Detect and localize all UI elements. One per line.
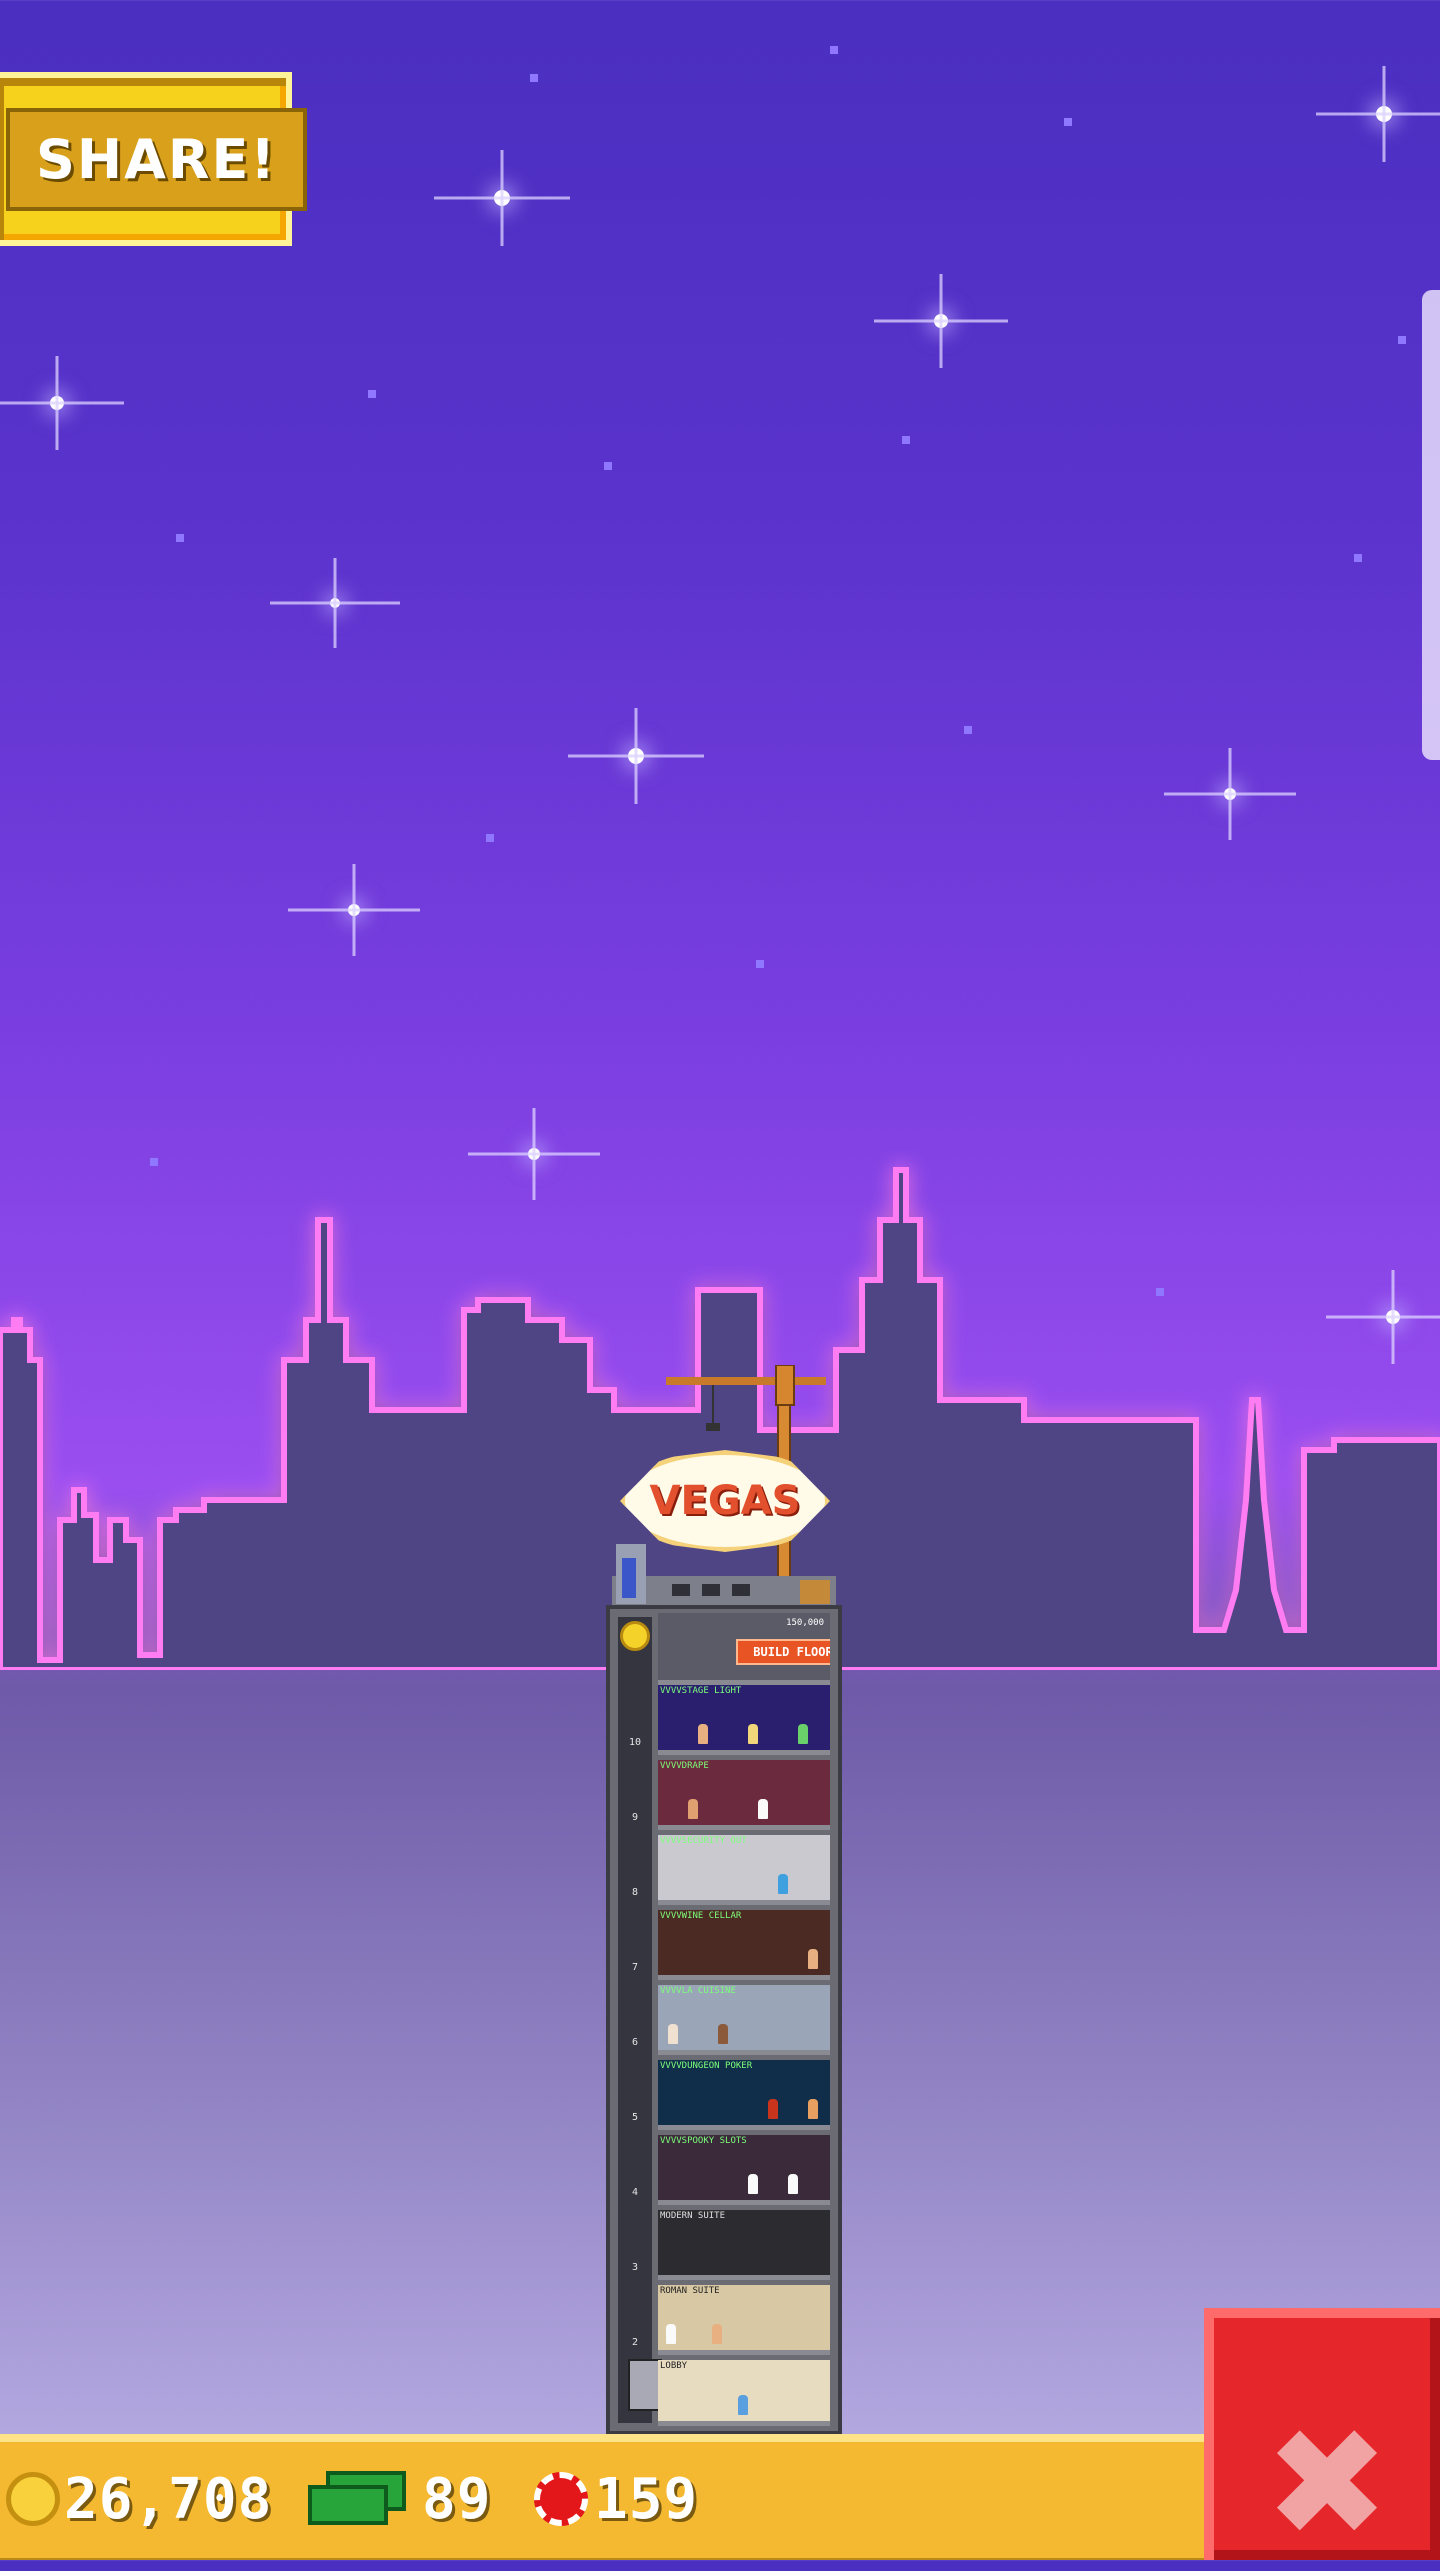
floor-row[interactable]: LOBBY: [658, 2360, 830, 2426]
star-dot: [1398, 336, 1406, 344]
bitizen[interactable]: [778, 1874, 788, 1894]
elevator-floor-number: 8: [631, 1887, 639, 1898]
elevator-floor-number: 5: [631, 2112, 639, 2123]
share-button-label: SHARE!: [6, 107, 307, 211]
star-dot: [1354, 554, 1362, 562]
bitizen[interactable]: [738, 2395, 748, 2415]
floor-row[interactable]: VVVVDUNGEON POKER: [658, 2060, 830, 2130]
side-scroll-tab[interactable]: [1422, 290, 1440, 760]
floor-label: VVVVSPOOKY SLOTS: [660, 2136, 747, 2146]
star-sparkle: [628, 748, 644, 764]
floor-row[interactable]: MODERN SUITE: [658, 2210, 830, 2280]
elevator-floor-number: 9: [631, 1812, 639, 1823]
coins-counter[interactable]: 26,708: [6, 2464, 272, 2534]
floor-label: VVVVDUNGEON POKER: [660, 2061, 753, 2071]
floor-label: VVVVDRAPE: [660, 1761, 709, 1771]
tower[interactable]: 10 9 8 7 6 5 4 3 2 150,000 BUILD FLOOR V…: [606, 1605, 842, 2435]
star-sparkle: [50, 396, 64, 410]
star-dot: [1064, 118, 1072, 126]
bitizen[interactable]: [688, 1799, 698, 1819]
star-dot: [964, 726, 972, 734]
bitizen[interactable]: [748, 2174, 758, 2194]
star-dot: [176, 534, 184, 542]
close-button[interactable]: ✖: [1204, 2308, 1440, 2560]
star-dot: [830, 46, 838, 54]
floor-row[interactable]: VVVVSTAGE LIGHT: [658, 1685, 830, 1755]
star-sparkle: [1224, 788, 1236, 800]
floor-label: LOBBY: [660, 2361, 688, 2371]
build-floor-cost: 150,000: [786, 1618, 824, 1628]
bitizen[interactable]: [666, 2324, 676, 2344]
star-dot: [756, 960, 764, 968]
star-sparkle: [934, 314, 948, 328]
floor-row[interactable]: ROMAN SUITE: [658, 2285, 830, 2355]
bitizen[interactable]: [788, 2174, 798, 2194]
bux-counter[interactable]: 89: [308, 2464, 491, 2534]
build-floor-button[interactable]: BUILD FLOOR: [736, 1639, 830, 1665]
bitizen[interactable]: [748, 1724, 758, 1744]
floor-row[interactable]: VVVVLA CUISINE: [658, 1985, 830, 2055]
share-button[interactable]: SHARE!: [0, 72, 307, 246]
floor-label: VVVVSECURITY OUT: [660, 1836, 747, 1846]
floor-row[interactable]: VVVVDRAPE: [658, 1760, 830, 1830]
bitizen[interactable]: [758, 1799, 768, 1819]
floor-label: MODERN SUITE: [660, 2211, 726, 2221]
elevator-shaft[interactable]: 10 9 8 7 6 5 4 3 2: [618, 1617, 662, 2423]
elevator-car[interactable]: [628, 2359, 662, 2411]
elevator-floor-number: 2: [631, 2337, 639, 2348]
floor-row[interactable]: VVVVSPOOKY SLOTS: [658, 2135, 830, 2205]
close-icon: ✖: [1264, 2397, 1390, 2571]
star-dot: [486, 834, 494, 842]
chips-value: 159: [594, 2466, 699, 2532]
bitizen[interactable]: [668, 2024, 678, 2044]
star-dot: [368, 390, 376, 398]
elevator-floor-number: 6: [631, 2037, 639, 2048]
star-sparkle: [330, 598, 340, 608]
build-floor-row[interactable]: 150,000 BUILD FLOOR: [658, 1613, 830, 1685]
bitizen[interactable]: [712, 2324, 722, 2344]
elevator-floor-number: 7: [631, 1962, 639, 1973]
floor-label: VVVVSTAGE LIGHT: [660, 1686, 742, 1696]
star-sparkle: [348, 904, 360, 916]
star-dot: [902, 436, 910, 444]
elevator-icon[interactable]: [620, 1621, 650, 1651]
floor-row[interactable]: VVVVWINE CELLAR: [658, 1910, 830, 1980]
elevator-floor-number: 10: [628, 1737, 642, 1748]
coins-value: 26,708: [64, 2466, 273, 2532]
bux-value: 89: [422, 2466, 492, 2532]
bitizen[interactable]: [718, 2024, 728, 2044]
elevator-floor-number: 3: [631, 2262, 639, 2273]
coin-icon: [6, 2472, 60, 2526]
chip-icon: [534, 2472, 588, 2526]
elevator-floor-number: 4: [631, 2187, 639, 2198]
bitizen[interactable]: [808, 2099, 818, 2119]
star-dot: [530, 74, 538, 82]
star-sparkle: [1376, 106, 1392, 122]
vegas-sign-text: VEGAS: [649, 1478, 801, 1524]
bux-icon: [308, 2471, 408, 2527]
bitizen[interactable]: [798, 1724, 808, 1744]
floor-label: VVVVWINE CELLAR: [660, 1911, 742, 1921]
chips-counter[interactable]: 159: [534, 2464, 698, 2534]
bitizen[interactable]: [768, 2099, 778, 2119]
floor-label: ROMAN SUITE: [660, 2286, 720, 2296]
floor-row[interactable]: VVVVSECURITY OUT: [658, 1835, 830, 1905]
bitizen[interactable]: [808, 1949, 818, 1969]
floor-label: VVVVLA CUISINE: [660, 1986, 736, 1996]
star-sparkle: [494, 190, 510, 206]
bitizen[interactable]: [698, 1724, 708, 1744]
star-dot: [604, 462, 612, 470]
